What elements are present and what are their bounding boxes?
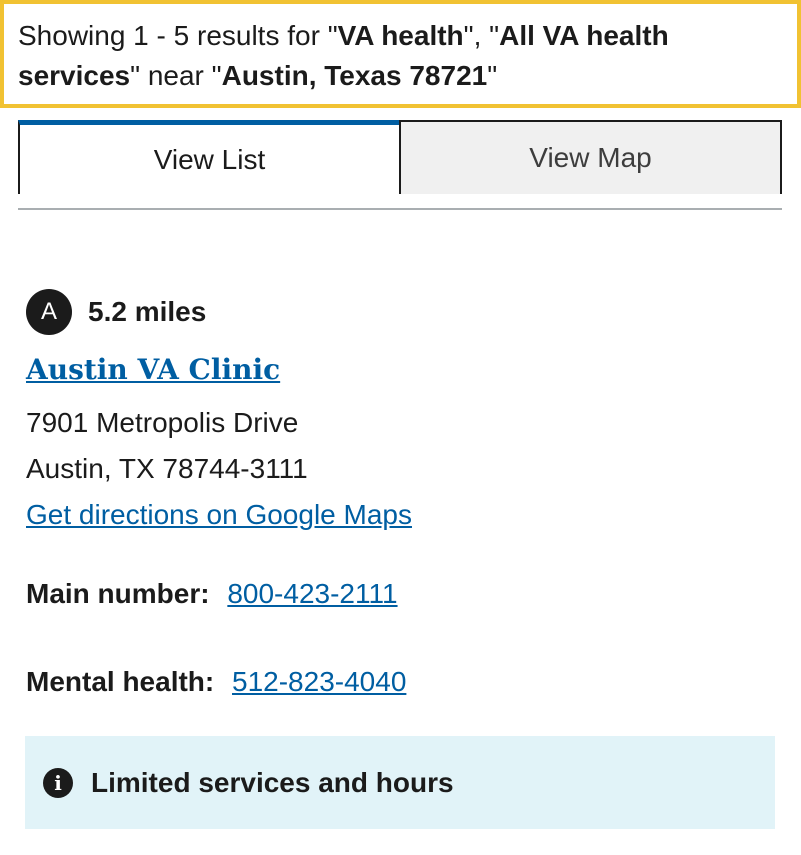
map-marker-badge: A xyxy=(26,289,72,335)
mental-health-number-link[interactable]: 512-823-4040 xyxy=(232,666,406,697)
address-line-1: 7901 Metropolis Drive xyxy=(26,407,299,438)
info-icon: i xyxy=(43,767,73,798)
mental-health-label: Mental health: xyxy=(26,666,215,697)
address-line-2: Austin, TX 78744-3111 xyxy=(26,453,308,484)
distance-text: 5.2 miles xyxy=(88,296,207,327)
main-number-link[interactable]: 800-423-2111 xyxy=(227,578,397,609)
results-summary-banner: Showing 1 - 5 results for "VA health", "… xyxy=(0,0,801,108)
google-maps-directions-link[interactable]: Get directions on Google Maps xyxy=(26,492,412,538)
main-number-label: Main number: xyxy=(26,578,210,609)
facility-name-link[interactable]: Austin VA Clinic xyxy=(26,353,280,386)
tabs-divider xyxy=(18,208,782,210)
distance-row: A 5.2 miles xyxy=(26,287,786,337)
tab-view-list[interactable]: View List xyxy=(18,120,399,194)
summary-separator: ", " xyxy=(463,20,500,51)
mental-health-row: Mental health: 512-823-4040 xyxy=(26,666,786,698)
alert-heading: Limited services and hours xyxy=(91,766,454,798)
summary-location: Austin, Texas 78721 xyxy=(221,60,488,91)
main-number-row: Main number: 800-423-2111 xyxy=(26,578,786,610)
result-card: A 5.2 miles Austin VA Clinic 7901 Metrop… xyxy=(26,287,786,698)
summary-prefix: Showing 1 - 5 results for " xyxy=(18,20,338,51)
summary-near: " near " xyxy=(130,60,222,91)
facility-address: 7901 Metropolis Drive Austin, TX 78744-3… xyxy=(26,400,786,492)
summary-query: VA health xyxy=(337,20,464,51)
view-tabs: View List View Map xyxy=(18,120,782,194)
summary-suffix: " xyxy=(487,60,498,91)
tab-view-map[interactable]: View Map xyxy=(399,120,782,194)
limited-services-alert[interactable]: i Limited services and hours xyxy=(25,736,775,829)
